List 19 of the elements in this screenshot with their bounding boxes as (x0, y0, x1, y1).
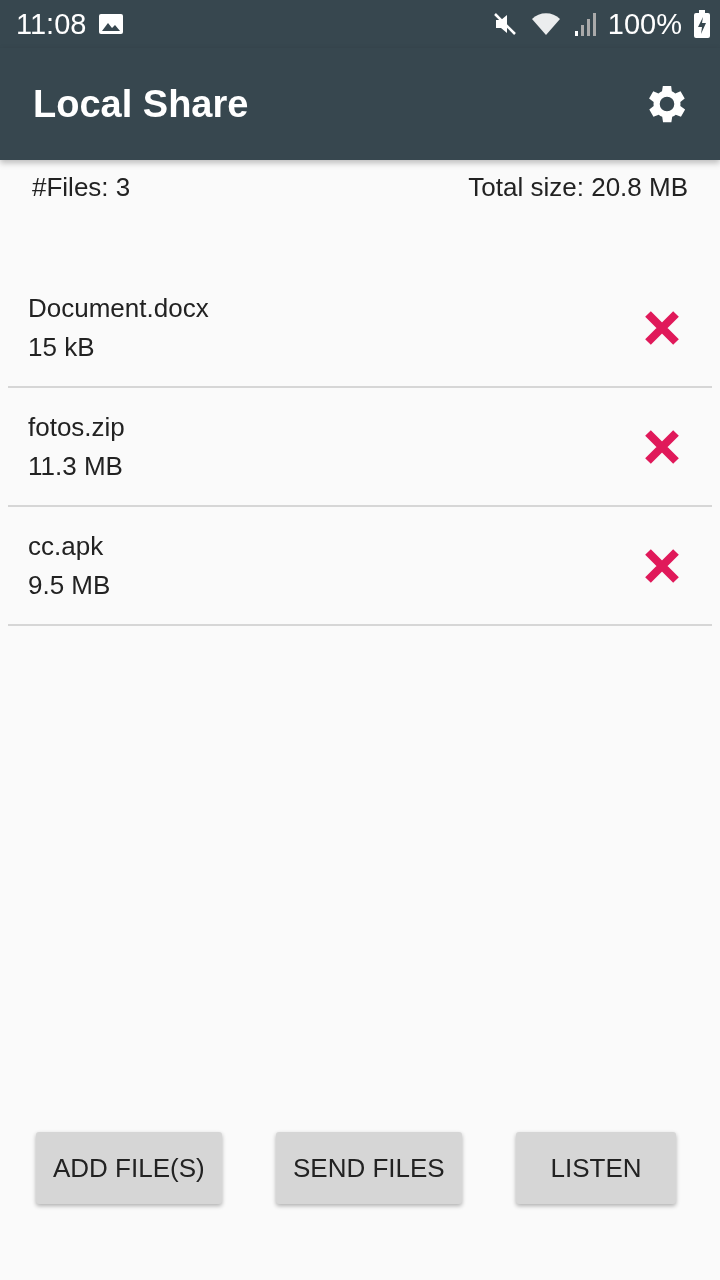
file-name: cc.apk (28, 530, 105, 562)
image-icon (98, 13, 125, 35)
file-name: fotos.zip (28, 411, 126, 443)
file-name: Document.docx (28, 292, 210, 324)
total-size: Total size: 20.8 MB (468, 172, 688, 203)
status-time: 11:08 (16, 7, 87, 41)
signal-icon (573, 11, 596, 37)
file-size: 15 kB (28, 331, 96, 363)
battery-percent: 100% (607, 7, 682, 41)
file-size: 9.5 MB (28, 569, 112, 601)
action-button[interactable]: SEND FILES (276, 1132, 462, 1204)
file-size: 11.3 MB (28, 450, 124, 482)
mute-icon (491, 11, 518, 37)
battery-charging-icon (694, 10, 710, 38)
app-title: Local Share (33, 82, 250, 126)
file-count: #Files: 3 (32, 172, 131, 203)
wifi-icon (529, 11, 562, 37)
action-button[interactable]: ADD FILE(S) (36, 1132, 222, 1204)
action-button[interactable]: LISTEN (516, 1132, 676, 1204)
